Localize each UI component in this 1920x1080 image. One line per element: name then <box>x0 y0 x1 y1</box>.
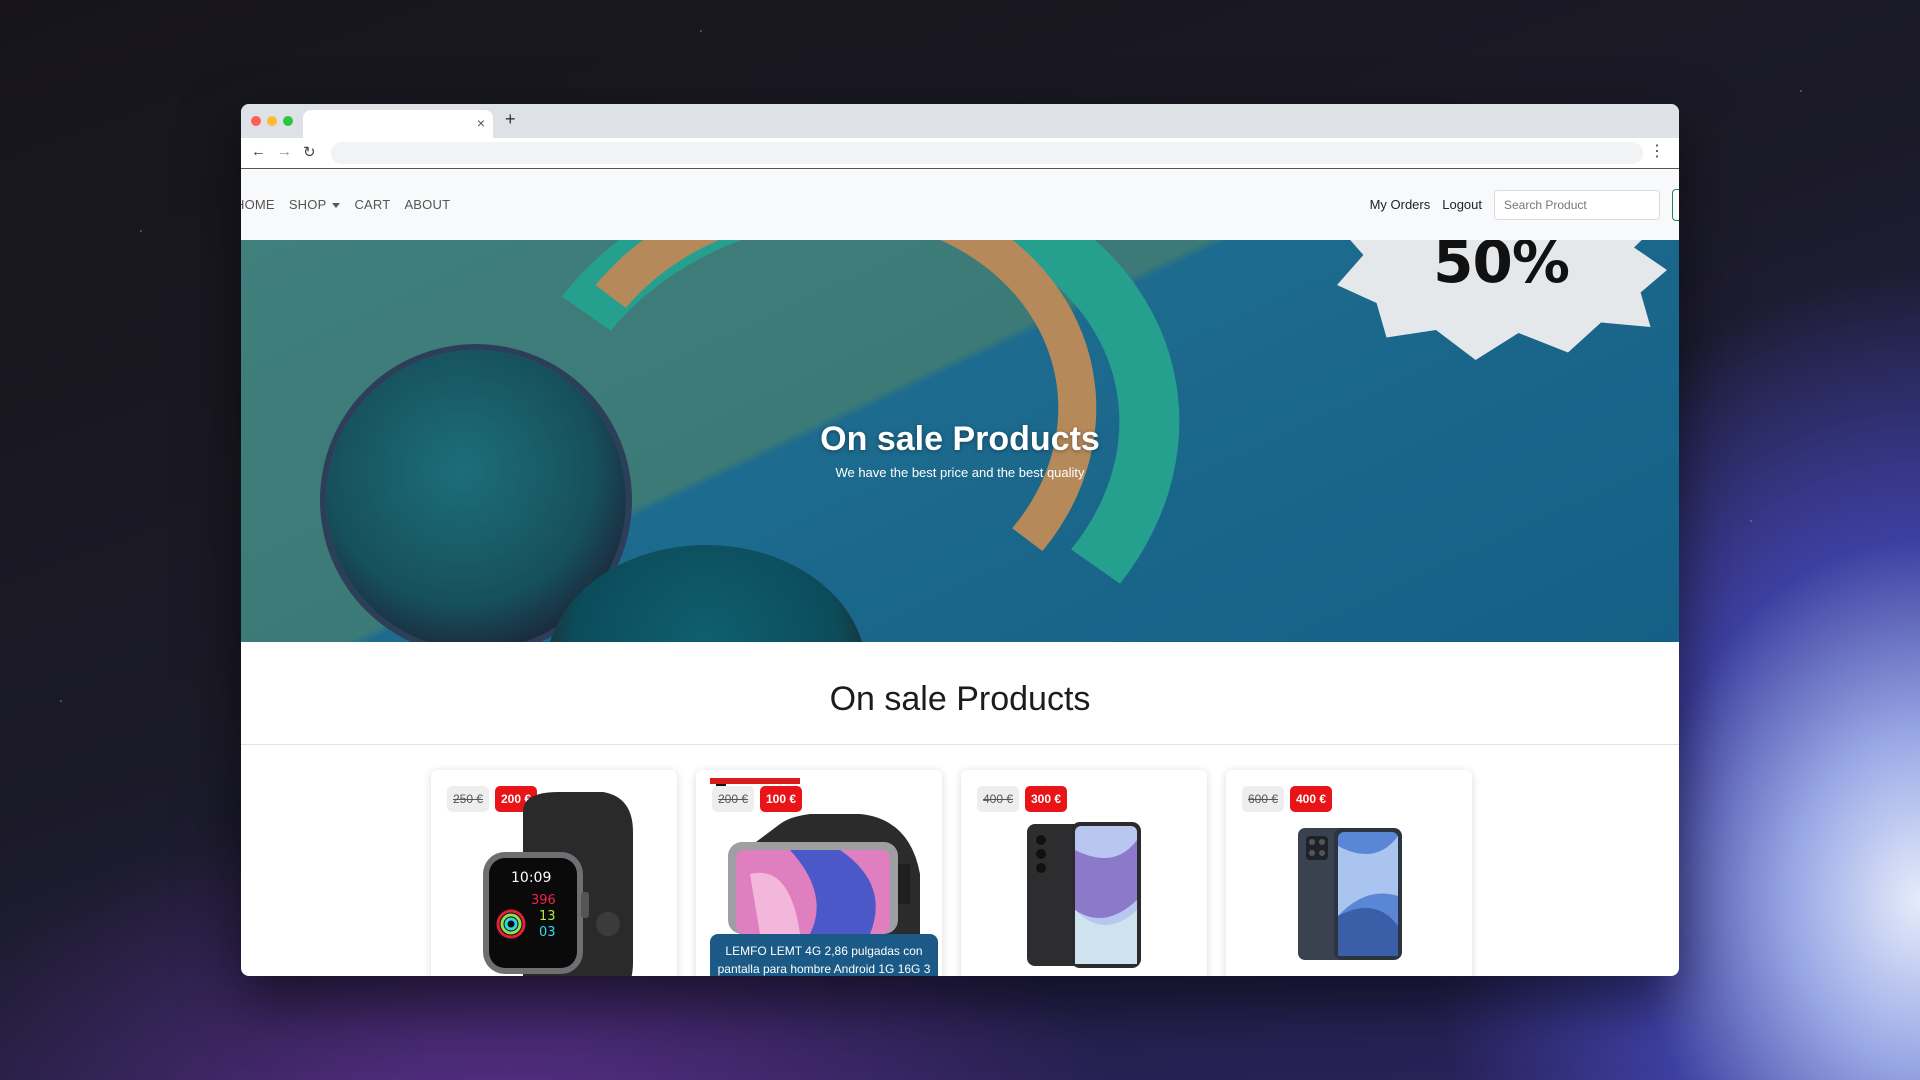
browser-toolbar: ← → ↻ ⋮ <box>241 138 1679 169</box>
back-arrow-icon[interactable]: ← <box>251 143 266 160</box>
discount-sticker-text: 50% <box>1433 240 1570 296</box>
close-tab-icon[interactable]: × <box>477 115 485 131</box>
my-orders-link[interactable]: My Orders <box>1370 197 1431 212</box>
search-button[interactable] <box>1672 188 1679 221</box>
maximize-window-dot[interactable] <box>283 116 293 126</box>
section-title: On sale Products <box>829 680 1091 718</box>
address-bar[interactable] <box>331 142 1643 164</box>
browser-menu-icon[interactable]: ⋮ <box>1649 141 1665 161</box>
watch-stat-move: 396 <box>531 893 556 908</box>
reload-icon[interactable]: ↻ <box>303 143 316 161</box>
old-price: 600 € <box>1242 786 1285 812</box>
smartphone-image <box>1298 828 1402 960</box>
nav-home-link[interactable]: HOME <box>241 197 275 212</box>
product-grid: 250 € 200 € 10:09 396 13 03 200 € 100 € … <box>431 770 1472 976</box>
old-price: 200 € <box>712 786 755 812</box>
new-tab-icon[interactable]: + <box>505 109 516 130</box>
browser-tabstrip: × + <box>241 104 1679 138</box>
phone-watch-image <box>728 814 920 934</box>
logout-link[interactable]: Logout <box>1442 197 1482 212</box>
caret-down-icon <box>332 203 341 209</box>
sale-price: 100 € <box>760 786 803 812</box>
nav-shop-dropdown[interactable]: SHOP <box>289 197 341 212</box>
product-card[interactable]: 400 € 300 € <box>961 770 1207 976</box>
forward-arrow-icon[interactable]: → <box>277 143 292 160</box>
nav-cart-link[interactable]: CART <box>354 197 390 212</box>
product-card[interactable]: 200 € 100 € LEMFO LEMT 4G 2,86 pulgadas … <box>696 770 942 976</box>
section-divider <box>241 744 1679 745</box>
sale-price: 400 € <box>1290 786 1333 812</box>
product-card[interactable]: 600 € 400 € <box>1226 770 1472 976</box>
sale-price: 300 € <box>1025 786 1068 812</box>
product-card[interactable]: 250 € 200 € 10:09 396 13 03 <box>431 770 677 976</box>
browser-window: × + ← → ↻ ⋮ HOME SHOP CART ABOUT My Orde… <box>241 104 1679 976</box>
product-name-tooltip: LEMFO LEMT 4G 2,86 pulgadas con pantalla… <box>710 934 938 976</box>
browser-tab[interactable]: × <box>303 110 493 138</box>
hero-banner: 50% On sale Products We have the best pr… <box>241 240 1679 642</box>
watch-stat-exercise: 13 <box>539 909 556 924</box>
hero-title: On sale Products <box>820 420 1100 458</box>
watch-time: 10:09 <box>511 870 551 886</box>
watch-stat-stand: 03 <box>539 925 556 940</box>
minimize-window-dot[interactable] <box>267 116 277 126</box>
search-input[interactable] <box>1494 189 1660 220</box>
site-navbar: HOME SHOP CART ABOUT My Orders Logout <box>241 169 1679 240</box>
nav-about-link[interactable]: ABOUT <box>404 197 450 212</box>
smartphone-image <box>1027 822 1141 968</box>
old-price: 400 € <box>977 786 1020 812</box>
nav-shop-label: SHOP <box>288 197 327 212</box>
hero-subtitle: We have the best price and the best qual… <box>835 465 1085 480</box>
close-window-dot[interactable] <box>251 116 261 126</box>
smartwatch-image: 10:09 396 13 03 <box>483 792 633 976</box>
